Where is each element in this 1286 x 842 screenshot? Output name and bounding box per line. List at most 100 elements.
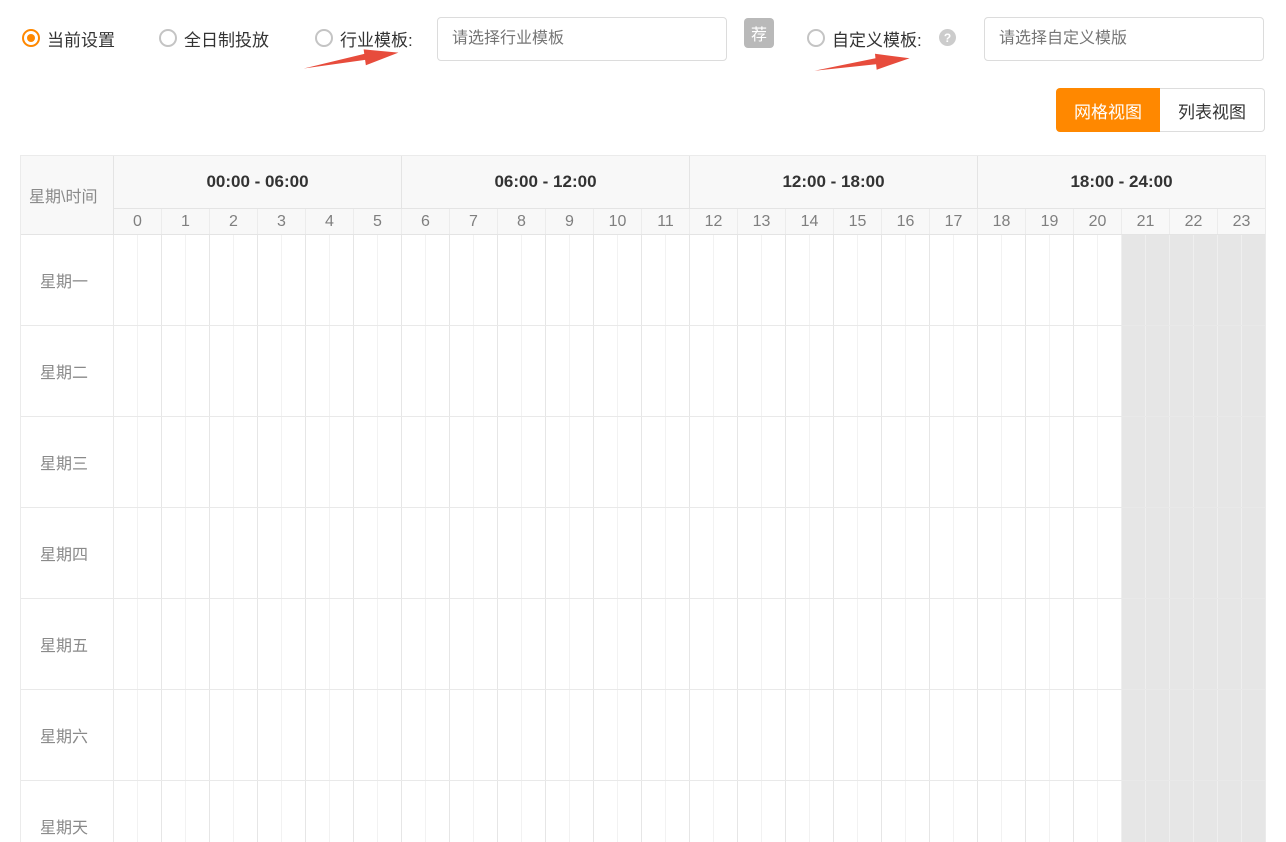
schedule-cell[interactable] [929, 235, 977, 325]
schedule-cell[interactable] [929, 781, 977, 842]
half-hour-cell[interactable] [882, 781, 906, 842]
half-hour-cell[interactable] [1074, 599, 1098, 689]
half-hour-cell[interactable] [186, 417, 209, 507]
half-hour-cell[interactable] [354, 326, 378, 416]
half-hour-cell[interactable] [450, 599, 474, 689]
half-hour-cell[interactable] [1026, 417, 1050, 507]
schedule-cell[interactable] [497, 781, 545, 842]
half-hour-cell[interactable] [426, 326, 449, 416]
schedule-cell[interactable] [977, 326, 1025, 416]
half-hour-cell[interactable] [378, 508, 401, 598]
schedule-cell[interactable] [641, 235, 689, 325]
half-hour-cell[interactable] [426, 235, 449, 325]
half-hour-cell[interactable] [138, 508, 161, 598]
half-hour-cell[interactable] [546, 599, 570, 689]
half-hour-cell[interactable] [234, 417, 257, 507]
half-hour-cell[interactable] [1242, 326, 1265, 416]
half-hour-cell[interactable] [378, 235, 401, 325]
half-hour-cell[interactable] [330, 326, 353, 416]
half-hour-cell[interactable] [1218, 235, 1242, 325]
schedule-cell[interactable] [593, 599, 641, 689]
half-hour-cell[interactable] [1050, 326, 1073, 416]
schedule-cell[interactable] [593, 326, 641, 416]
half-hour-cell[interactable] [450, 417, 474, 507]
half-hour-cell[interactable] [1074, 781, 1098, 842]
half-hour-cell[interactable] [1074, 417, 1098, 507]
schedule-cell[interactable] [1025, 599, 1073, 689]
half-hour-cell[interactable] [258, 781, 282, 842]
half-hour-cell[interactable] [114, 599, 138, 689]
half-hour-cell[interactable] [306, 599, 330, 689]
half-hour-cell[interactable] [1146, 599, 1169, 689]
schedule-cell[interactable] [353, 690, 401, 780]
half-hour-cell[interactable] [642, 417, 666, 507]
half-hour-cell[interactable] [282, 326, 305, 416]
schedule-cell[interactable] [641, 326, 689, 416]
half-hour-cell[interactable] [1218, 508, 1242, 598]
schedule-cell[interactable] [641, 599, 689, 689]
half-hour-cell[interactable] [810, 326, 833, 416]
half-hour-cell[interactable] [786, 417, 810, 507]
schedule-cell[interactable] [641, 781, 689, 842]
half-hour-cell[interactable] [1170, 508, 1194, 598]
schedule-cell[interactable] [449, 326, 497, 416]
half-hour-cell[interactable] [162, 690, 186, 780]
half-hour-cell[interactable] [426, 508, 449, 598]
half-hour-cell[interactable] [234, 781, 257, 842]
schedule-cell[interactable] [497, 326, 545, 416]
half-hour-cell[interactable] [930, 417, 954, 507]
schedule-cell[interactable] [833, 599, 881, 689]
half-hour-cell[interactable] [210, 599, 234, 689]
half-hour-cell[interactable] [1026, 508, 1050, 598]
half-hour-cell[interactable] [594, 235, 618, 325]
half-hour-cell[interactable] [1122, 599, 1146, 689]
half-hour-cell[interactable] [786, 690, 810, 780]
schedule-cell[interactable] [114, 326, 161, 416]
schedule-cell[interactable] [737, 417, 785, 507]
half-hour-cell[interactable] [378, 690, 401, 780]
half-hour-cell[interactable] [1242, 235, 1265, 325]
half-hour-cell[interactable] [1050, 417, 1073, 507]
schedule-cell[interactable] [161, 235, 209, 325]
schedule-cell[interactable] [497, 417, 545, 507]
half-hour-cell[interactable] [786, 508, 810, 598]
half-hour-cell[interactable] [186, 235, 209, 325]
schedule-cell[interactable] [641, 417, 689, 507]
schedule-cell[interactable] [881, 417, 929, 507]
half-hour-cell[interactable] [1122, 781, 1146, 842]
schedule-cell[interactable] [401, 508, 449, 598]
half-hour-cell[interactable] [114, 508, 138, 598]
schedule-cell[interactable] [1073, 508, 1121, 598]
schedule-cell[interactable] [977, 417, 1025, 507]
half-hour-cell[interactable] [642, 690, 666, 780]
half-hour-cell[interactable] [330, 599, 353, 689]
schedule-cell[interactable] [161, 508, 209, 598]
half-hour-cell[interactable] [474, 417, 497, 507]
half-hour-cell[interactable] [690, 599, 714, 689]
half-hour-cell[interactable] [978, 599, 1002, 689]
half-hour-cell[interactable] [426, 417, 449, 507]
half-hour-cell[interactable] [1074, 235, 1098, 325]
schedule-cell[interactable] [114, 690, 161, 780]
half-hour-cell[interactable] [1122, 508, 1146, 598]
half-hour-cell[interactable] [1194, 508, 1217, 598]
half-hour-cell[interactable] [546, 508, 570, 598]
schedule-cell[interactable] [1121, 235, 1169, 325]
schedule-cell[interactable] [1073, 235, 1121, 325]
half-hour-cell[interactable] [642, 599, 666, 689]
half-hour-cell[interactable] [258, 326, 282, 416]
half-hour-cell[interactable] [978, 417, 1002, 507]
half-hour-cell[interactable] [186, 326, 209, 416]
schedule-cell[interactable] [545, 417, 593, 507]
schedule-cell[interactable] [305, 326, 353, 416]
half-hour-cell[interactable] [114, 690, 138, 780]
half-hour-cell[interactable] [882, 599, 906, 689]
half-hour-cell[interactable] [858, 326, 881, 416]
half-hour-cell[interactable] [1050, 599, 1073, 689]
help-icon[interactable]: ? [939, 29, 956, 46]
schedule-cell[interactable] [1025, 326, 1073, 416]
half-hour-cell[interactable] [906, 417, 929, 507]
half-hour-cell[interactable] [618, 508, 641, 598]
half-hour-cell[interactable] [282, 235, 305, 325]
half-hour-cell[interactable] [162, 599, 186, 689]
